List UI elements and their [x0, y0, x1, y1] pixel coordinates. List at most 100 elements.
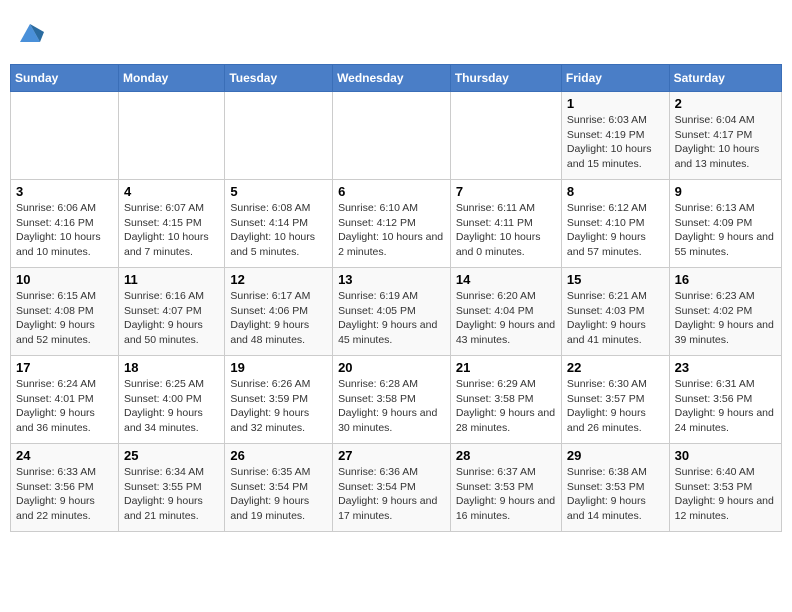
day-number: 8	[567, 184, 664, 199]
calendar-cell: 25 Sunrise: 6:34 AM Sunset: 3:55 PM Dayli…	[118, 444, 224, 532]
day-number: 18	[124, 360, 219, 375]
calendar-cell: 21 Sunrise: 6:29 AM Sunset: 3:58 PM Dayli…	[450, 356, 561, 444]
day-info: Sunrise: 6:34 AM Sunset: 3:55 PM Dayligh…	[124, 465, 219, 524]
calendar-cell: 23Sunrise: 6:31 AM Sunset: 3:56 PM Dayli…	[669, 356, 781, 444]
day-info: Sunrise: 6:23 AM Sunset: 4:02 PM Dayligh…	[675, 289, 776, 348]
day-info: Sunrise: 6:38 AM Sunset: 3:53 PM Dayligh…	[567, 465, 664, 524]
day-number: 4	[124, 184, 219, 199]
day-info: Sunrise: 6:20 AM Sunset: 4:04 PM Dayligh…	[456, 289, 556, 348]
day-info: Sunrise: 6:06 AM Sunset: 4:16 PM Dayligh…	[16, 201, 113, 260]
day-number: 24	[16, 448, 113, 463]
calendar-cell: 30 Sunrise: 6:40 AM Sunset: 3:53 PM Dayli…	[669, 444, 781, 532]
day-info: Sunrise: 6:29 AM Sunset: 3:58 PM Dayligh…	[456, 377, 556, 436]
calendar-cell: 15Sunrise: 6:21 AM Sunset: 4:03 PM Dayli…	[561, 268, 669, 356]
day-number: 12	[230, 272, 327, 287]
calendar-cell: 26 Sunrise: 6:35 AM Sunset: 3:54 PM Dayli…	[225, 444, 333, 532]
day-info: Sunrise: 6:17 AM Sunset: 4:06 PM Dayligh…	[230, 289, 327, 348]
col-header-saturday: Saturday	[669, 65, 781, 92]
day-info: Sunrise: 6:03 AM Sunset: 4:19 PM Dayligh…	[567, 113, 664, 172]
day-info: Sunrise: 6:21 AM Sunset: 4:03 PM Dayligh…	[567, 289, 664, 348]
day-number: 26	[230, 448, 327, 463]
day-number: 25	[124, 448, 219, 463]
calendar-week-4: 17 Sunrise: 6:24 AM Sunset: 4:01 PM Dayli…	[11, 356, 782, 444]
calendar-cell: 6 Sunrise: 6:10 AM Sunset: 4:12 PM Daylig…	[333, 180, 451, 268]
day-info: Sunrise: 6:26 AM Sunset: 3:59 PM Dayligh…	[230, 377, 327, 436]
day-number: 16	[675, 272, 776, 287]
day-number: 21	[456, 360, 556, 375]
calendar-cell: 10 Sunrise: 6:15 AM Sunset: 4:08 PM Dayli…	[11, 268, 119, 356]
day-number: 2	[675, 96, 776, 111]
calendar-cell: 2 Sunrise: 6:04 AM Sunset: 4:17 PM Daylig…	[669, 92, 781, 180]
calendar-cell	[11, 92, 119, 180]
day-info: Sunrise: 6:33 AM Sunset: 3:56 PM Dayligh…	[16, 465, 113, 524]
day-number: 10	[16, 272, 113, 287]
col-header-thursday: Thursday	[450, 65, 561, 92]
day-number: 27	[338, 448, 445, 463]
page-header	[10, 10, 782, 54]
calendar-cell: 7 Sunrise: 6:11 AM Sunset: 4:11 PM Daylig…	[450, 180, 561, 268]
day-number: 20	[338, 360, 445, 375]
day-info: Sunrise: 6:16 AM Sunset: 4:07 PM Dayligh…	[124, 289, 219, 348]
day-info: Sunrise: 6:07 AM Sunset: 4:15 PM Dayligh…	[124, 201, 219, 260]
day-info: Sunrise: 6:28 AM Sunset: 3:58 PM Dayligh…	[338, 377, 445, 436]
calendar-cell: 5 Sunrise: 6:08 AM Sunset: 4:14 PM Daylig…	[225, 180, 333, 268]
day-number: 7	[456, 184, 556, 199]
day-number: 19	[230, 360, 327, 375]
calendar-cell: 29 Sunrise: 6:38 AM Sunset: 3:53 PM Dayli…	[561, 444, 669, 532]
calendar-cell	[118, 92, 224, 180]
calendar-cell: 1 Sunrise: 6:03 AM Sunset: 4:19 PM Daylig…	[561, 92, 669, 180]
day-number: 17	[16, 360, 113, 375]
day-number: 22	[567, 360, 664, 375]
calendar-cell: 17 Sunrise: 6:24 AM Sunset: 4:01 PM Dayli…	[11, 356, 119, 444]
day-info: Sunrise: 6:04 AM Sunset: 4:17 PM Dayligh…	[675, 113, 776, 172]
calendar-cell: 22 Sunrise: 6:30 AM Sunset: 3:57 PM Dayli…	[561, 356, 669, 444]
calendar-cell: 24 Sunrise: 6:33 AM Sunset: 3:56 PM Dayli…	[11, 444, 119, 532]
col-header-tuesday: Tuesday	[225, 65, 333, 92]
logo	[14, 18, 44, 46]
logo-icon	[16, 18, 44, 46]
day-number: 14	[456, 272, 556, 287]
col-header-wednesday: Wednesday	[333, 65, 451, 92]
day-number: 9	[675, 184, 776, 199]
day-info: Sunrise: 6:10 AM Sunset: 4:12 PM Dayligh…	[338, 201, 445, 260]
day-number: 29	[567, 448, 664, 463]
calendar-cell: 19 Sunrise: 6:26 AM Sunset: 3:59 PM Dayli…	[225, 356, 333, 444]
calendar-cell: 18 Sunrise: 6:25 AM Sunset: 4:00 PM Dayli…	[118, 356, 224, 444]
day-number: 5	[230, 184, 327, 199]
day-info: Sunrise: 6:31 AM Sunset: 3:56 PM Dayligh…	[675, 377, 776, 436]
calendar-cell: 8Sunrise: 6:12 AM Sunset: 4:10 PM Daylig…	[561, 180, 669, 268]
day-number: 1	[567, 96, 664, 111]
calendar-header-row: SundayMondayTuesdayWednesdayThursdayFrid…	[11, 65, 782, 92]
day-info: Sunrise: 6:30 AM Sunset: 3:57 PM Dayligh…	[567, 377, 664, 436]
calendar-week-3: 10 Sunrise: 6:15 AM Sunset: 4:08 PM Dayli…	[11, 268, 782, 356]
day-number: 13	[338, 272, 445, 287]
day-info: Sunrise: 6:40 AM Sunset: 3:53 PM Dayligh…	[675, 465, 776, 524]
calendar-week-5: 24 Sunrise: 6:33 AM Sunset: 3:56 PM Dayli…	[11, 444, 782, 532]
calendar-cell: 3Sunrise: 6:06 AM Sunset: 4:16 PM Daylig…	[11, 180, 119, 268]
calendar-cell	[450, 92, 561, 180]
day-info: Sunrise: 6:24 AM Sunset: 4:01 PM Dayligh…	[16, 377, 113, 436]
calendar-week-1: 1 Sunrise: 6:03 AM Sunset: 4:19 PM Daylig…	[11, 92, 782, 180]
calendar-cell	[333, 92, 451, 180]
col-header-monday: Monday	[118, 65, 224, 92]
day-info: Sunrise: 6:08 AM Sunset: 4:14 PM Dayligh…	[230, 201, 327, 260]
calendar-cell: 16 Sunrise: 6:23 AM Sunset: 4:02 PM Dayli…	[669, 268, 781, 356]
day-info: Sunrise: 6:19 AM Sunset: 4:05 PM Dayligh…	[338, 289, 445, 348]
day-number: 30	[675, 448, 776, 463]
calendar-table: SundayMondayTuesdayWednesdayThursdayFrid…	[10, 64, 782, 532]
calendar-cell	[225, 92, 333, 180]
calendar-cell: 4 Sunrise: 6:07 AM Sunset: 4:15 PM Daylig…	[118, 180, 224, 268]
day-info: Sunrise: 6:11 AM Sunset: 4:11 PM Dayligh…	[456, 201, 556, 260]
day-info: Sunrise: 6:25 AM Sunset: 4:00 PM Dayligh…	[124, 377, 219, 436]
calendar-week-2: 3Sunrise: 6:06 AM Sunset: 4:16 PM Daylig…	[11, 180, 782, 268]
day-number: 28	[456, 448, 556, 463]
day-info: Sunrise: 6:15 AM Sunset: 4:08 PM Dayligh…	[16, 289, 113, 348]
col-header-sunday: Sunday	[11, 65, 119, 92]
col-header-friday: Friday	[561, 65, 669, 92]
calendar-cell: 28Sunrise: 6:37 AM Sunset: 3:53 PM Dayli…	[450, 444, 561, 532]
day-number: 6	[338, 184, 445, 199]
day-info: Sunrise: 6:35 AM Sunset: 3:54 PM Dayligh…	[230, 465, 327, 524]
calendar-cell: 13 Sunrise: 6:19 AM Sunset: 4:05 PM Dayli…	[333, 268, 451, 356]
calendar-cell: 27Sunrise: 6:36 AM Sunset: 3:54 PM Dayli…	[333, 444, 451, 532]
day-number: 11	[124, 272, 219, 287]
